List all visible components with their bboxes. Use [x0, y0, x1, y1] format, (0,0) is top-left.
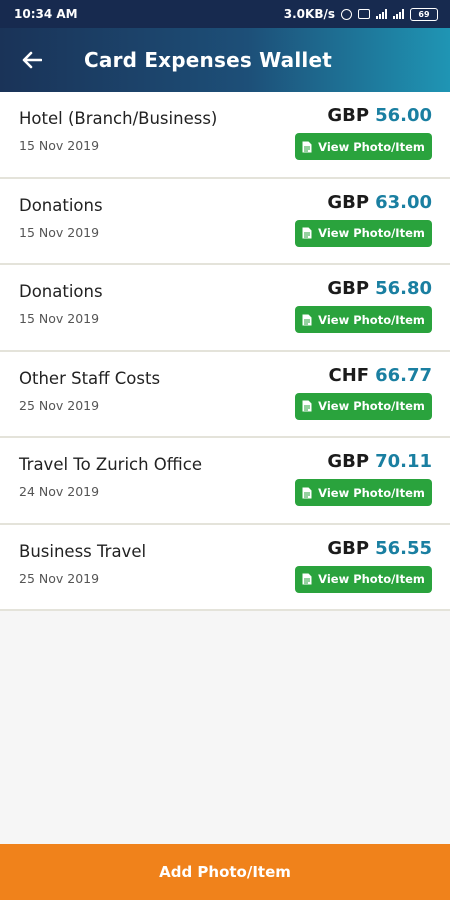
page-title: Card Expenses Wallet	[84, 48, 333, 72]
alarm-icon	[341, 8, 352, 20]
expense-name: Business Travel	[19, 541, 147, 561]
view-photo-item-label: View Photo/Item	[318, 399, 425, 413]
expense-row[interactable]: Donations 15 Nov 2019 GBP 63.00 View Photo/I…	[0, 178, 450, 265]
expense-name: Hotel (Branch/Business)	[19, 109, 218, 128]
expense-name: Other Staff Costs	[19, 368, 161, 388]
expense-value: 56.00	[375, 105, 432, 126]
expense-value: 56.55	[375, 537, 432, 559]
battery-icon: 69	[410, 7, 438, 21]
expense-amount: GBP 56.80	[327, 278, 432, 299]
expense-row[interactable]: Business Travel 25 Nov 2019 GBP 56.55 View P…	[0, 524, 450, 611]
view-photo-item-button[interactable]: View Photo/Item	[295, 133, 432, 160]
expense-date: 25 Nov 2019	[19, 397, 100, 413]
expense-value: 56.80	[375, 278, 432, 299]
expense-amount: GBP 70.11	[327, 451, 432, 472]
document-icon	[302, 141, 312, 152]
expense-date: 15 Nov 2019	[19, 224, 100, 240]
document-icon	[302, 314, 312, 325]
document-icon	[302, 400, 312, 412]
view-photo-item-label: View Photo/Item	[318, 226, 425, 240]
expense-amount: GBP 63.00	[327, 192, 432, 213]
document-icon	[302, 573, 312, 585]
expense-currency: GBP	[327, 191, 370, 213]
expense-value: 66.77	[375, 364, 432, 386]
notification-icon	[358, 9, 370, 19]
network-speed: 3.0KB/s	[283, 7, 335, 21]
expense-amount: CHF 66.77	[328, 365, 432, 386]
expense-amount: GBP 56.00	[327, 105, 432, 126]
view-photo-item-label: View Photo/Item	[318, 572, 425, 586]
expense-date: 15 Nov 2019	[19, 311, 100, 326]
expense-currency: GBP	[327, 105, 370, 126]
signal-icon	[376, 9, 387, 19]
signal-icon-2	[393, 9, 404, 19]
expense-name: Donations	[19, 195, 103, 215]
view-photo-item-button[interactable]: View Photo/Item	[295, 306, 432, 333]
view-photo-item-label: View Photo/Item	[318, 312, 425, 327]
expense-value: 63.00	[375, 191, 432, 213]
expense-currency: GBP	[327, 451, 370, 472]
expense-currency: GBP	[327, 537, 370, 559]
expense-row[interactable]: Travel To Zurich Office 24 Nov 2019 GBP 70.…	[0, 438, 450, 525]
document-icon	[302, 227, 312, 239]
app-bar: Card Expenses Wallet	[0, 28, 450, 92]
battery-level: 69	[418, 9, 430, 19]
document-icon	[302, 487, 312, 498]
expense-list: Hotel (Branch/Business) 15 Nov 2019 GBP 56.…	[0, 92, 450, 611]
arrow-left-icon	[22, 51, 42, 69]
view-photo-item-button[interactable]: View Photo/Item	[295, 219, 432, 247]
status-time: 10:34 AM	[14, 7, 78, 21]
view-photo-item-label: View Photo/Item	[318, 485, 425, 500]
expense-currency: GBP	[327, 278, 370, 299]
add-photo-item-button[interactable]: Add Photo/Item	[0, 844, 450, 900]
expense-row[interactable]: Hotel (Branch/Business) 15 Nov 2019 GBP 56.…	[0, 92, 450, 179]
expense-date: 15 Nov 2019	[19, 138, 100, 153]
expense-value: 70.11	[375, 451, 432, 472]
expense-date: 25 Nov 2019	[19, 570, 100, 586]
expense-currency: CHF	[328, 364, 370, 386]
expense-amount: GBP 56.55	[327, 538, 432, 559]
status-bar: 10:34 AM 3.0KB/s 69	[0, 0, 450, 28]
view-photo-item-label: View Photo/Item	[318, 139, 425, 154]
expense-name: Donations	[19, 282, 103, 301]
view-photo-item-button[interactable]: View Photo/Item	[295, 565, 432, 593]
expense-name: Travel To Zurich Office	[19, 455, 202, 474]
expense-row[interactable]: Donations 15 Nov 2019 GBP 56.80 View Photo/I…	[0, 265, 450, 352]
view-photo-item-button[interactable]: View Photo/Item	[295, 392, 432, 420]
expense-date: 24 Nov 2019	[19, 484, 100, 499]
back-button[interactable]	[0, 28, 64, 92]
expense-row[interactable]: Other Staff Costs 25 Nov 2019 CHF 66.77 View…	[0, 351, 450, 438]
view-photo-item-button[interactable]: View Photo/Item	[295, 479, 432, 506]
status-icons: 3.0KB/s 69	[284, 7, 438, 21]
